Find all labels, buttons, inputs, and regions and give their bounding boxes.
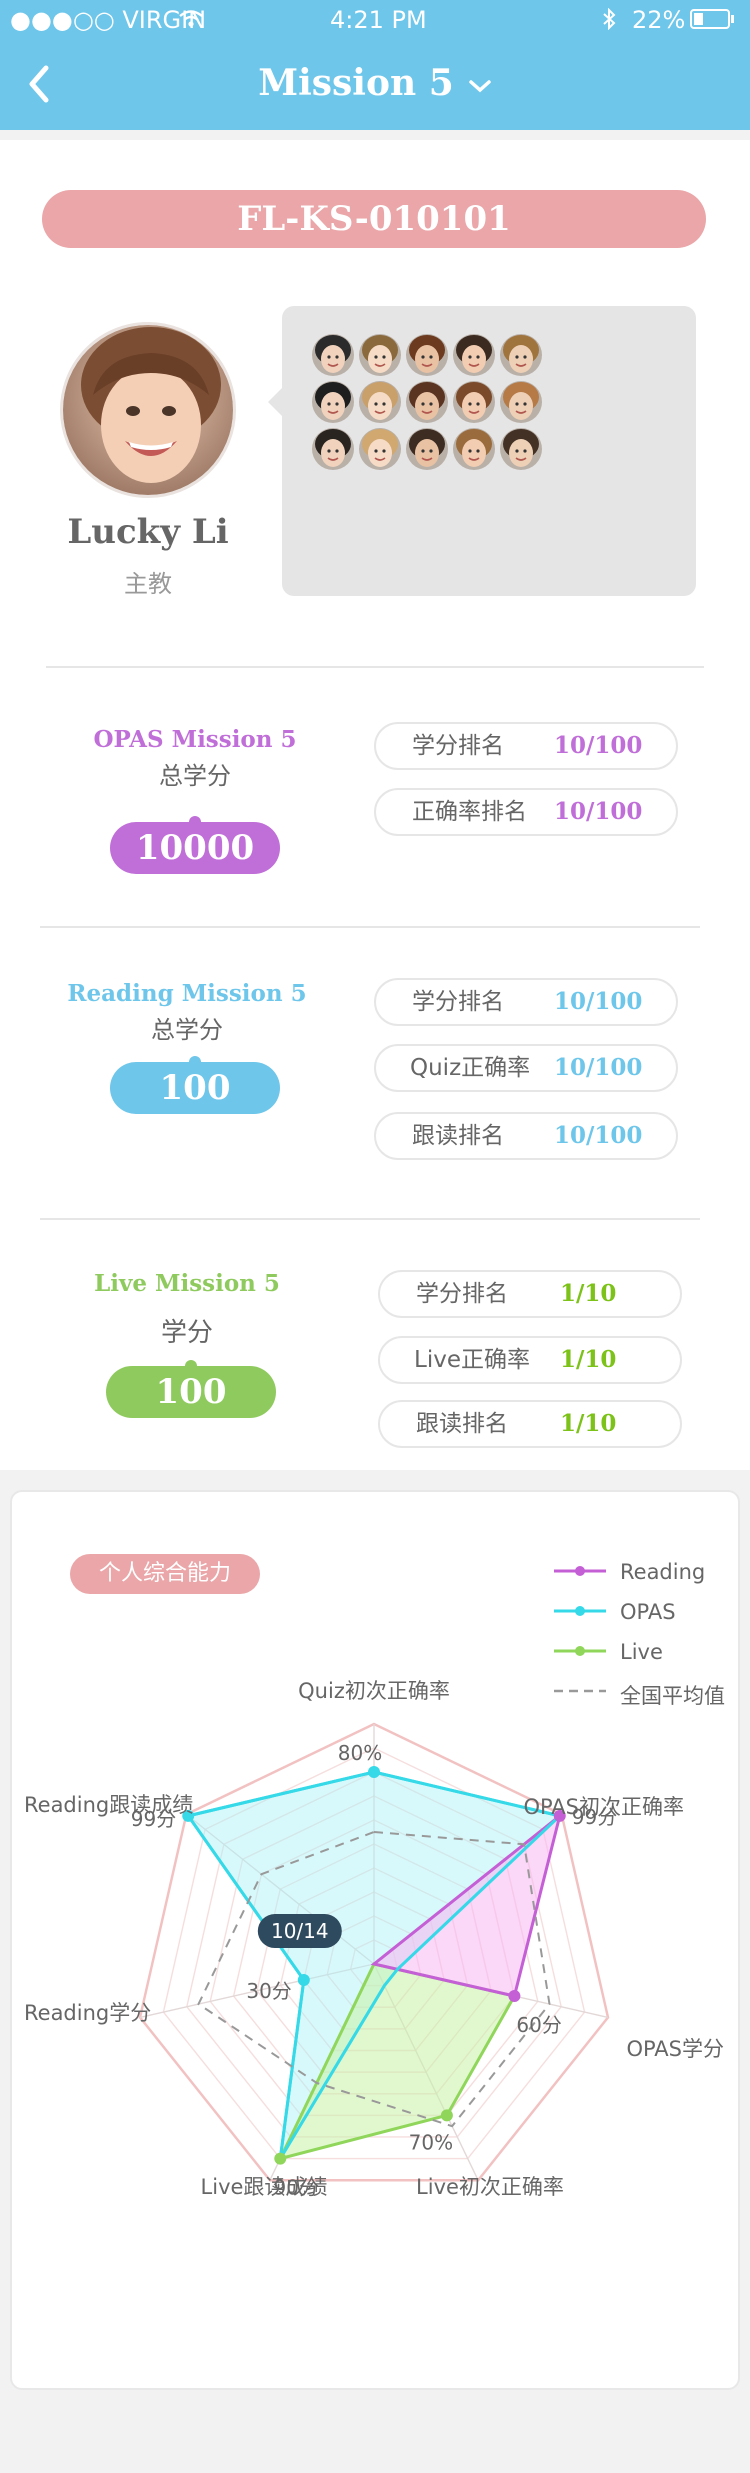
reading-subtitle: 总学分 (151, 1016, 223, 1044)
wifi-icon (179, 10, 203, 27)
student-avatar[interactable] (453, 334, 495, 376)
opas-title: OPAS Mission 5 (93, 726, 297, 753)
series-opas-point (297, 1974, 310, 1987)
rank-value: 10/100 (554, 798, 643, 825)
student-avatar[interactable] (453, 428, 495, 470)
status-bar: ●●●○○ VIRGIN 4:21 PM 22% (0, 0, 750, 40)
student-avatar[interactable] (312, 334, 354, 376)
rank-value: 1/10 (560, 1346, 617, 1373)
reading-title: Reading Mission 5 (67, 980, 307, 1007)
section-divider (40, 926, 700, 928)
battery-icon (690, 9, 734, 29)
radar-value-label: 90分 (274, 2176, 319, 2200)
radar-badge-label: 10/14 (271, 1919, 329, 1943)
mission-code-badge: FL-KS-010101 (42, 190, 706, 248)
live-score-badge: 100 (106, 1360, 276, 1418)
rank-label: Quiz正确率 (410, 1055, 531, 1081)
bluetooth-icon (603, 8, 616, 30)
radar-value-label: 60分 (516, 2013, 561, 2037)
student-avatar[interactable] (312, 428, 354, 470)
student-avatar[interactable] (500, 381, 542, 423)
student-avatar[interactable] (312, 381, 354, 423)
student-avatar[interactable] (359, 428, 401, 470)
teacher-avatar[interactable] (60, 322, 236, 498)
student-avatar[interactable] (406, 334, 448, 376)
rank-value: 10/100 (554, 732, 643, 759)
radar-value-label: 70% (409, 2130, 453, 2154)
student-avatar[interactable] (500, 334, 542, 376)
live-rank-credit: 学分排名 1/10 (378, 1270, 682, 1318)
section-divider (46, 666, 704, 668)
radar-axis-label: OPAS学分 (626, 2037, 724, 2061)
rank-value: 10/100 (554, 1122, 643, 1149)
series-opas-point (368, 1766, 380, 1778)
opas-score-badge: 10000 (110, 816, 280, 874)
live-rank-accuracy: Live正确率 1/10 (378, 1336, 682, 1384)
live-subtitle: 学分 (160, 1318, 213, 1348)
radar-axis-label: Reading学分 (24, 2001, 151, 2025)
rank-label: 跟读排名 (416, 1411, 508, 1437)
series-live-point (274, 2152, 287, 2165)
ability-radar-card: 个人综合能力 Reading OPAS Live 全国平均值 Quiz初次正确率… (10, 1490, 740, 2390)
opas-rank-credit: 学分排名 10/100 (374, 722, 678, 770)
chevron-down-icon (469, 80, 491, 93)
rank-value: 10/100 (554, 988, 643, 1015)
student-avatar[interactable] (453, 381, 495, 423)
ability-radar-chart: Quiz初次正确率OPAS初次正确率OPAS学分Live初次正确率Live跟读成… (24, 1679, 724, 2200)
clock: 4:21 PM (330, 6, 427, 34)
rank-value: 1/10 (560, 1280, 617, 1307)
series-reading-point (508, 1990, 521, 2003)
live-rank-followread: 跟读排名 1/10 (378, 1400, 682, 1448)
rank-value: 1/10 (560, 1410, 617, 1437)
student-avatar[interactable] (359, 334, 401, 376)
page-bottom-spacer (0, 2390, 750, 2473)
teacher-name: Lucky Li (67, 512, 229, 552)
app-root: { "status_bar": { "carrier": "●●●○○ VIRG… (0, 0, 750, 2473)
battery-percent: 22% (632, 6, 686, 34)
mission-selector[interactable]: Mission 5 (0, 62, 750, 104)
teacher-role: 主教 (124, 570, 172, 598)
rank-label: 学分排名 (412, 733, 504, 759)
radar-value-label: 80% (338, 1741, 382, 1765)
nav-title: Mission 5 (258, 62, 454, 104)
student-avatar[interactable] (500, 428, 542, 470)
rank-label: Live正确率 (414, 1347, 530, 1373)
series-live-point (440, 2109, 453, 2122)
rank-label: 学分排名 (416, 1281, 508, 1307)
radar-value-label: 99分 (131, 1807, 176, 1831)
section-divider (40, 1218, 700, 1220)
rank-label: 学分排名 (412, 989, 504, 1015)
reading-rank-quiz: Quiz正确率 10/100 (374, 1044, 678, 1092)
student-avatar[interactable] (359, 381, 401, 423)
student-avatar[interactable] (406, 428, 448, 470)
rank-value: 10/100 (554, 1054, 643, 1081)
live-title: Live Mission 5 (94, 1270, 280, 1297)
carrier-label: ●●●○○ VIRGIN (10, 6, 207, 34)
mission-summary-card: FL-KS-010101 Lucky Li 主教 OPAS Mission 5 (0, 140, 750, 1470)
rank-label: 正确率排名 (412, 799, 527, 825)
nav-bar: Mission 5 (0, 40, 750, 130)
radar-axis-label: Live初次正确率 (416, 2175, 564, 2199)
reading-rank-followread: 跟读排名 10/100 (374, 1112, 678, 1160)
radar-value-label: 99分 (572, 1805, 617, 1829)
opas-subtitle: 总学分 (159, 762, 231, 790)
rank-label: 跟读排名 (412, 1123, 504, 1149)
reading-rank-credit: 学分排名 10/100 (374, 978, 678, 1026)
reading-score-badge: 100 (110, 1056, 280, 1114)
radar-axis-label: Quiz初次正确率 (298, 1679, 450, 1703)
student-avatar-grid (268, 306, 696, 596)
opas-rank-accuracy: 正确率排名 10/100 (374, 788, 678, 836)
radar-value-label: 30分 (246, 1979, 291, 2003)
student-avatar[interactable] (406, 381, 448, 423)
